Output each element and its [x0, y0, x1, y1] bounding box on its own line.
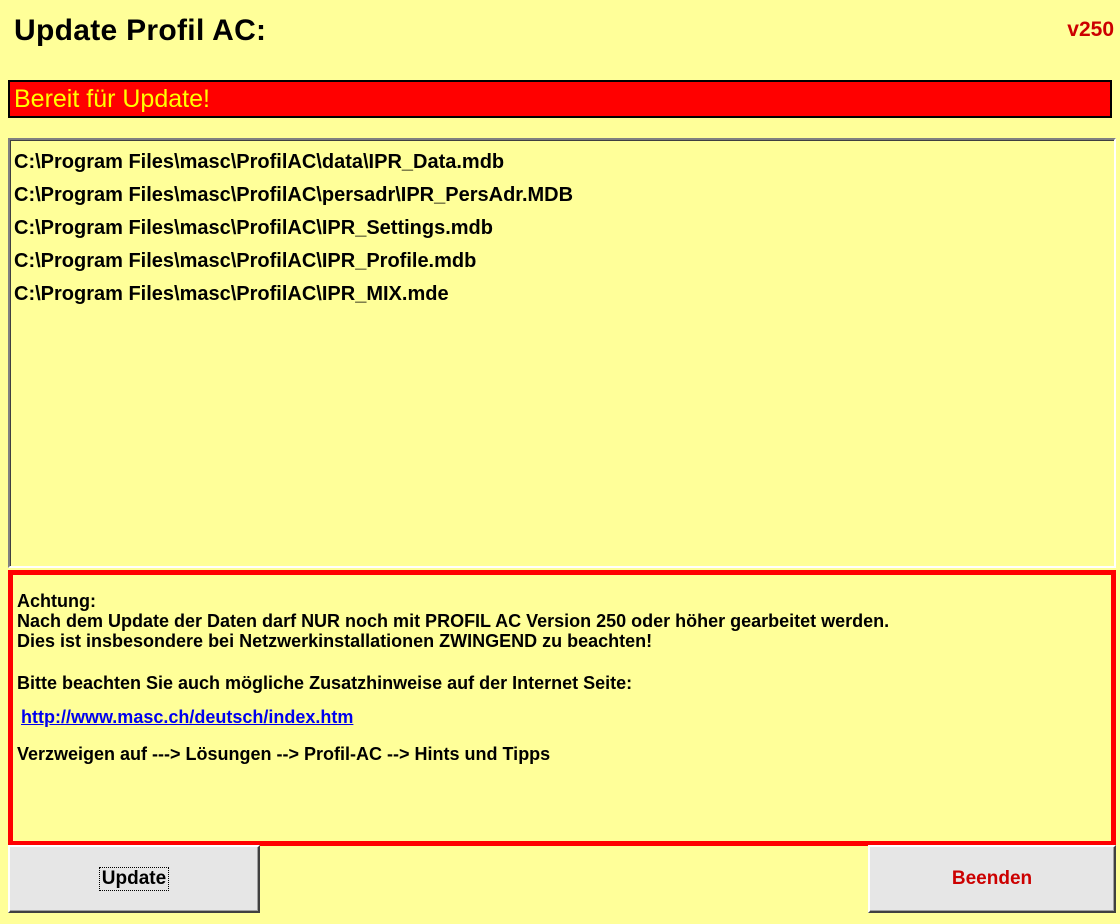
- notice-navigation-text: Verzweigen auf ---> Lösungen --> Profil-…: [17, 744, 551, 764]
- website-link[interactable]: http://www.masc.ch/deutsch/index.htm: [21, 707, 353, 728]
- notice-hint-text: Bitte beachten Sie auch mögliche Zusatzh…: [17, 673, 633, 693]
- beenden-button[interactable]: Beenden: [868, 845, 1116, 913]
- page-title: Update Profil AC:: [14, 14, 267, 47]
- list-item[interactable]: C:\Program Files\masc\ProfilAC\data\IPR_…: [14, 146, 1114, 179]
- list-item[interactable]: C:\Program Files\masc\ProfilAC\persadr\I…: [14, 179, 1114, 212]
- notice-box: Achtung: Nach dem Update der Daten darf …: [8, 570, 1116, 846]
- list-item[interactable]: C:\Program Files\masc\ProfilAC\IPR_MIX.m…: [14, 278, 1114, 311]
- update-button-label: Update: [98, 867, 170, 891]
- notice-network-text: Dies ist insbesondere bei Netzwerkinstal…: [17, 631, 653, 651]
- list-item[interactable]: C:\Program Files\masc\ProfilAC\IPR_Profi…: [14, 245, 1114, 278]
- version-label: v250: [1067, 18, 1114, 41]
- update-button[interactable]: Update: [8, 845, 260, 913]
- notice-warning-text: Nach dem Update der Daten darf NUR noch …: [17, 611, 890, 631]
- list-item[interactable]: C:\Program Files\masc\ProfilAC\IPR_Setti…: [14, 212, 1114, 245]
- notice-heading: Achtung:: [17, 591, 96, 611]
- status-bar: Bereit für Update!: [8, 80, 1112, 118]
- file-list[interactable]: C:\Program Files\masc\ProfilAC\data\IPR_…: [8, 138, 1116, 568]
